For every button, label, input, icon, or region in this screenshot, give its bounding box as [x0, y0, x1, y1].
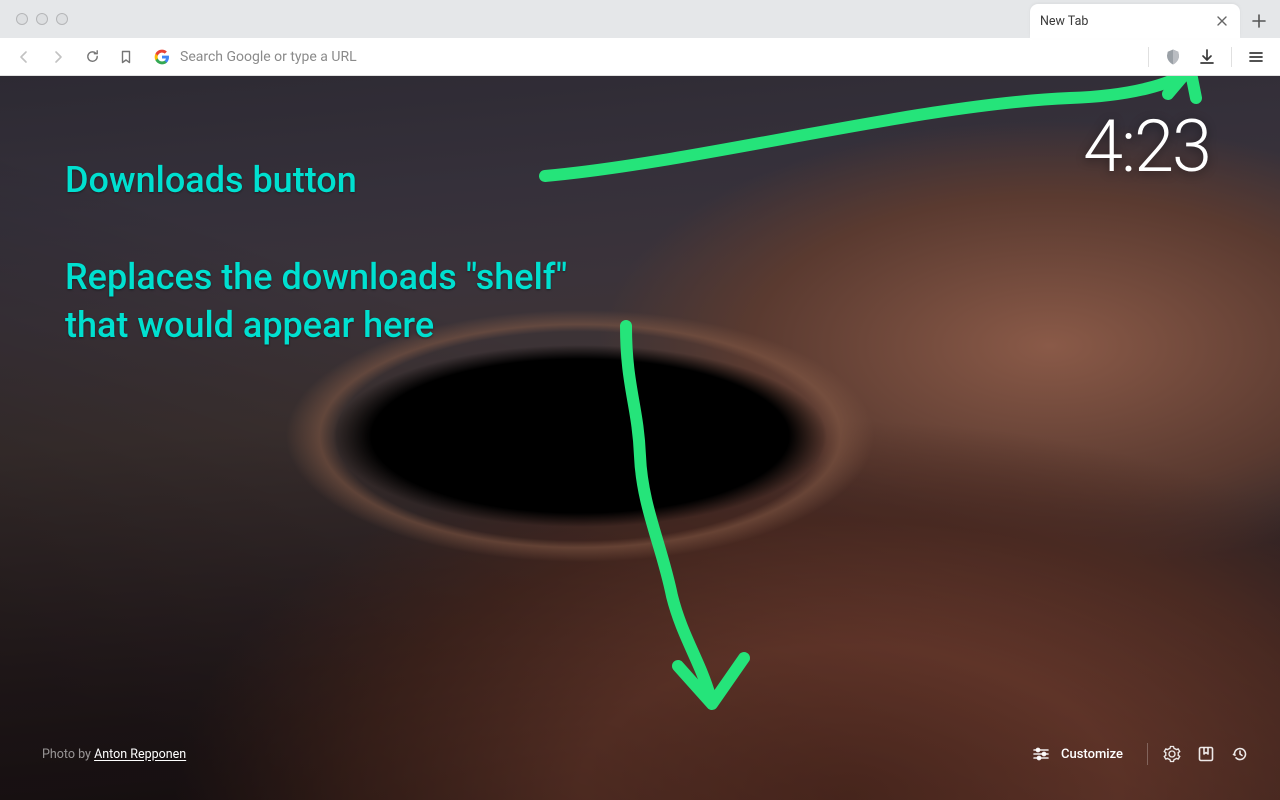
address-bar-placeholder: Search Google or type a URL	[180, 49, 357, 65]
traffic-lights	[16, 13, 68, 25]
customize-button[interactable]: Customize	[1021, 738, 1133, 770]
back-button[interactable]	[10, 43, 38, 71]
close-tab-icon[interactable]	[1214, 13, 1230, 29]
traffic-light-zoom[interactable]	[56, 13, 68, 25]
toolbar-divider	[1231, 47, 1232, 67]
toolbar-right	[1144, 43, 1270, 71]
photo-credit-author-link[interactable]: Anton Repponen	[94, 747, 186, 762]
tab-new-tab[interactable]: New Tab	[1030, 4, 1240, 38]
annotation-line-2a: Replaces the downloads "shelf"	[65, 253, 567, 302]
address-bar[interactable]: Search Google or type a URL	[146, 42, 1138, 72]
photo-credit: Photo by Anton Repponen	[42, 747, 186, 762]
annotation-line-2b: that would appear here	[65, 301, 567, 350]
browser-toolbar: Search Google or type a URL	[0, 38, 1280, 76]
window-titlebar: New Tab	[0, 0, 1280, 38]
annotation-line-1: Downloads button	[65, 156, 567, 205]
footer-divider	[1147, 743, 1148, 765]
bookmark-button[interactable]	[112, 43, 140, 71]
new-tab-button[interactable]	[1244, 6, 1274, 36]
brave-shields-icon[interactable]	[1159, 43, 1187, 71]
tab-title: New Tab	[1040, 14, 1214, 29]
settings-gear-icon[interactable]	[1162, 744, 1182, 764]
traffic-light-minimize[interactable]	[36, 13, 48, 25]
photo-credit-prefix: Photo by	[42, 747, 94, 762]
ntp-footer-toolbar: Customize	[1021, 738, 1250, 770]
new-tab-page: 4:23 Downloads button Replaces the downl…	[0, 76, 1280, 800]
bookmarks-icon[interactable]	[1196, 744, 1216, 764]
app-menu-button[interactable]	[1242, 43, 1270, 71]
annotation-text: Downloads button Replaces the downloads …	[65, 156, 567, 350]
google-icon	[154, 49, 170, 65]
history-icon[interactable]	[1230, 744, 1250, 764]
traffic-light-close[interactable]	[16, 13, 28, 25]
toolbar-divider	[1148, 47, 1149, 67]
tab-strip: New Tab	[1030, 0, 1280, 38]
reload-button[interactable]	[78, 43, 106, 71]
downloads-button[interactable]	[1193, 43, 1221, 71]
forward-button[interactable]	[44, 43, 72, 71]
customize-label: Customize	[1061, 747, 1123, 762]
sliders-icon	[1031, 744, 1051, 764]
ntp-clock: 4:23	[1083, 104, 1210, 189]
